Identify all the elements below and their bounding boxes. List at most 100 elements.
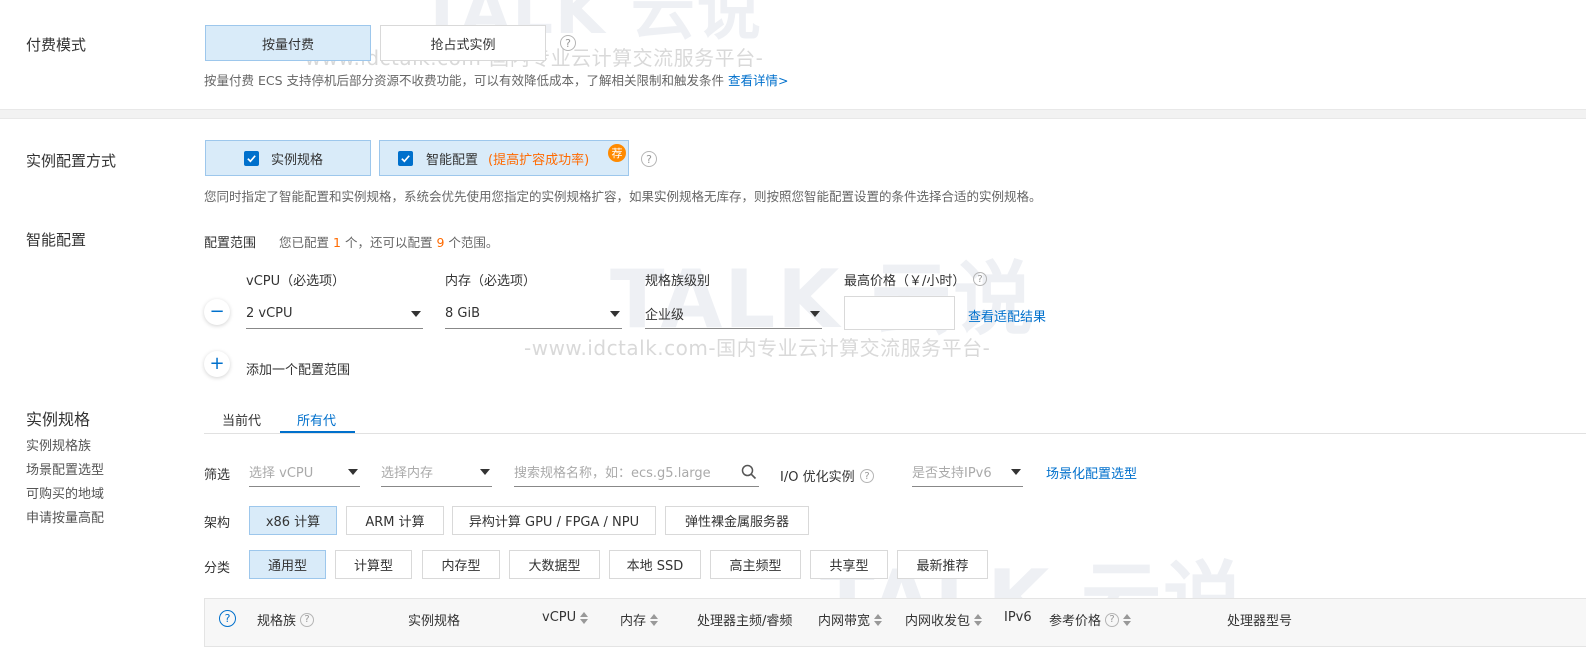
category-option-general[interactable]: 通用型	[249, 550, 326, 579]
range-text: 您已配置	[279, 235, 330, 250]
config-option-smart-note: (提高扩容成功率)	[488, 152, 590, 168]
table-header-family-label: 规格族	[257, 614, 297, 629]
family-level-select[interactable]: 企业级	[645, 299, 822, 329]
range-text: 个，还可以配置	[344, 235, 433, 250]
remove-range-button[interactable]: −	[204, 299, 230, 325]
view-match-result-link[interactable]: 查看适配结果	[968, 306, 1046, 325]
add-range-label[interactable]: 添加一个配置范围	[246, 359, 350, 378]
chevron-down-icon	[348, 469, 358, 475]
config-option-spec-label: 实例规格	[271, 152, 324, 168]
ipv6-select[interactable]: 是否支持IPv6	[912, 457, 1023, 487]
table-header-price-label: 参考价格	[1049, 614, 1102, 629]
config-mode-hint: 您同时指定了智能配置和实例规格，系统会优先使用您指定的实例规格扩容，如果实例规格…	[204, 189, 1042, 204]
sort-icon[interactable]	[650, 613, 659, 626]
side-link-regions[interactable]: 可购买的地域	[26, 483, 104, 502]
tab-all-generations[interactable]: 所有代	[297, 410, 336, 429]
table-header-vcpu[interactable]: vCPU	[542, 610, 589, 625]
config-option-spec[interactable]: 实例规格	[205, 140, 371, 176]
tab-current-generation[interactable]: 当前代	[222, 410, 261, 429]
memory-select-value: 8 GiB	[445, 306, 481, 321]
table-header-memory-label: 内存	[620, 614, 647, 629]
filter-label: 筛选	[204, 468, 231, 483]
instance-spec-label: 实例规格	[26, 410, 91, 429]
table-header-bandwidth[interactable]: 内网带宽	[818, 610, 883, 629]
table-header-pps-label: 内网收发包	[905, 614, 971, 629]
filter-vcpu-placeholder: 选择 vCPU	[249, 466, 314, 481]
category-option-compute[interactable]: 计算型	[335, 550, 412, 579]
vcpu-select-value: 2 vCPU	[246, 306, 293, 321]
watermark-text-mid: -www.idctalk.com-国内专业云计算交流服务平台-	[524, 336, 991, 360]
chevron-down-icon	[810, 311, 820, 317]
billing-option-pay-as-you-go[interactable]: 按量付费	[205, 25, 371, 61]
tab-bar	[204, 433, 1586, 434]
watermark-logo-mid: TALK 云说	[610, 253, 1036, 346]
billing-hint: 按量付费 ECS 支持停机后部分资源不收费功能，可以有效降低成本，了解相关限制和…	[204, 70, 788, 89]
table-header-family: 规格族 ?	[257, 610, 315, 629]
category-option-big-data[interactable]: 大数据型	[509, 550, 600, 579]
add-range-button[interactable]: +	[204, 351, 230, 377]
table-header-pps[interactable]: 内网收发包	[905, 610, 983, 629]
config-mode-help-icon[interactable]: ?	[641, 151, 657, 167]
arch-option-heterogeneous[interactable]: 异构计算 GPU / FPGA / NPU	[452, 506, 656, 535]
table-help-icon[interactable]: ?	[219, 610, 236, 627]
table-header-cpu-model: 处理器型号	[1227, 610, 1292, 629]
family-level-select-value: 企业级	[645, 308, 685, 323]
chevron-down-icon	[1011, 469, 1021, 475]
checkbox-checked-icon[interactable]	[398, 151, 413, 166]
table-header-clock: 处理器主频/睿频	[697, 610, 792, 629]
billing-detail-link[interactable]: 查看详情>	[728, 73, 788, 88]
scene-config-link[interactable]: 场景化配置选型	[1046, 463, 1137, 482]
arch-option-bare-metal[interactable]: 弹性裸金属服务器	[665, 506, 809, 535]
smart-config-label: 智能配置	[26, 231, 87, 249]
vcpu-select[interactable]: 2 vCPU	[246, 299, 423, 329]
config-option-smart[interactable]: 智能配置 (提高扩容成功率)	[379, 140, 629, 176]
filter-vcpu-select[interactable]: 选择 vCPU	[249, 457, 360, 487]
family-help-icon[interactable]: ?	[300, 612, 315, 627]
table-header-price[interactable]: 参考价格 ?	[1049, 610, 1132, 629]
arch-option-x86[interactable]: x86 计算	[249, 506, 337, 535]
max-price-help-icon[interactable]: ?	[973, 272, 987, 286]
side-link-apply-quota[interactable]: 申请按量高配	[26, 507, 104, 526]
table-header-clock-label: 处理器主频/睿频	[697, 614, 793, 629]
tab-active-indicator	[280, 431, 355, 433]
category-option-memory[interactable]: 内存型	[422, 550, 500, 579]
range-label: 配置范围	[204, 236, 257, 251]
table-header-ipv6-label: IPv6	[1004, 610, 1032, 625]
table-header-vcpu-label: vCPU	[542, 610, 577, 625]
checkbox-checked-icon[interactable]	[244, 151, 259, 166]
chevron-down-icon	[411, 311, 421, 317]
side-link-family[interactable]: 实例规格族	[26, 435, 91, 454]
max-price-input[interactable]	[844, 296, 955, 330]
sort-icon[interactable]	[580, 611, 589, 624]
range-remaining-count: 9	[436, 235, 445, 250]
range-configured-count: 1	[333, 235, 341, 250]
range-text: 个范围。	[448, 235, 499, 250]
sort-icon[interactable]	[874, 613, 883, 626]
table-header-ipv6: IPv6	[1004, 610, 1032, 625]
memory-select[interactable]: 8 GiB	[445, 299, 622, 329]
category-option-local-ssd[interactable]: 本地 SSD	[609, 550, 701, 579]
search-icon[interactable]	[741, 464, 757, 480]
table-header-spec: 实例规格	[408, 610, 460, 629]
config-option-smart-label: 智能配置	[426, 152, 479, 168]
memory-field-label: 内存（必选项）	[445, 274, 537, 289]
category-label: 分类	[204, 561, 231, 576]
recommend-badge: 荐	[608, 144, 626, 162]
category-option-latest[interactable]: 最新推荐	[897, 550, 988, 579]
arch-label: 架构	[204, 516, 231, 531]
io-optimized-help-icon[interactable]: ?	[860, 469, 874, 483]
category-option-high-freq[interactable]: 高主频型	[710, 550, 801, 579]
category-option-shared[interactable]: 共享型	[810, 550, 888, 579]
arch-option-arm[interactable]: ARM 计算	[346, 506, 444, 535]
price-help-icon[interactable]: ?	[1105, 612, 1120, 627]
sort-icon[interactable]	[974, 613, 983, 626]
sort-icon[interactable]	[1123, 613, 1132, 626]
table-header-memory[interactable]: 内存	[620, 610, 659, 629]
side-link-scene[interactable]: 场景配置选型	[26, 459, 104, 478]
billing-option-preemptible[interactable]: 抢占式实例	[380, 25, 546, 61]
filter-memory-placeholder: 选择内存	[381, 466, 434, 481]
billing-help-icon[interactable]: ?	[560, 35, 576, 51]
range-summary: 您已配置 1 个，还可以配置 9 个范围。	[279, 232, 498, 251]
filter-memory-select[interactable]: 选择内存	[381, 457, 492, 487]
spec-search-input[interactable]: 搜索规格名称，如：ecs.g5.large	[514, 457, 759, 487]
